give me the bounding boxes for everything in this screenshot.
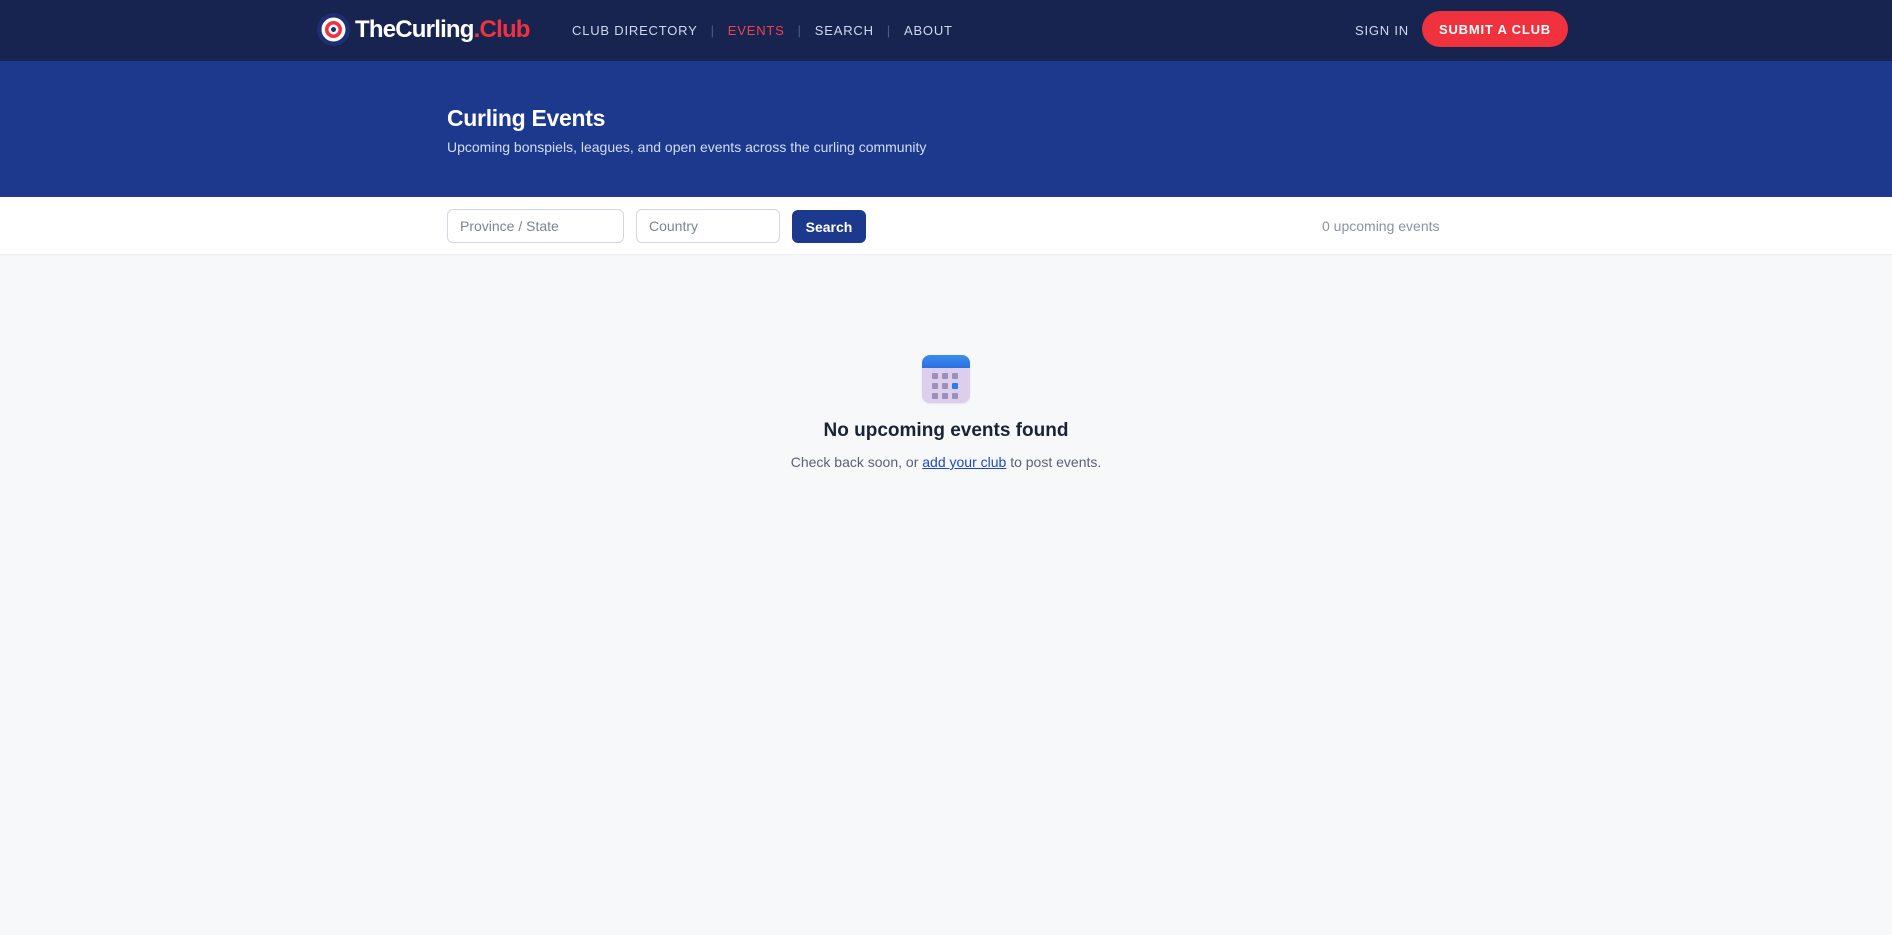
- calendar-day: [942, 373, 948, 379]
- nav-link-events[interactable]: EVENTS: [728, 23, 785, 38]
- curling-target-icon: [317, 13, 350, 46]
- logo-main: TheCurling: [355, 15, 474, 43]
- search-button[interactable]: Search: [792, 210, 866, 243]
- province-state-input[interactable]: [447, 209, 624, 243]
- nav-link-about[interactable]: ABOUT: [904, 23, 953, 38]
- calendar-day: [932, 373, 938, 379]
- nav-separator: |: [797, 23, 802, 38]
- calendar-day: [942, 383, 948, 389]
- top-nav: TheCurling.Club CLUB DIRECTORY | EVENTS …: [0, 0, 1892, 61]
- calendar-icon: [922, 355, 970, 403]
- logo-accent: .Club: [473, 15, 531, 43]
- calendar-day: [932, 383, 938, 389]
- nav-link-search[interactable]: SEARCH: [815, 23, 874, 38]
- country-input[interactable]: [636, 209, 780, 243]
- nav-separator: |: [886, 23, 891, 38]
- filter-bar: Search 0 upcoming events: [0, 197, 1892, 255]
- event-count: 0 upcoming events: [1322, 218, 1440, 234]
- calendar-header: [922, 355, 970, 368]
- empty-text-before: Check back soon, or: [790, 454, 923, 470]
- logo-text: TheCurling.Club: [355, 16, 530, 44]
- calendar-day: [942, 393, 948, 399]
- page-subtitle: Upcoming bonspiels, leagues, and open ev…: [447, 139, 927, 155]
- empty-state-title: No upcoming events found: [823, 420, 1069, 441]
- sign-in-link[interactable]: SIGN IN: [1355, 0, 1409, 61]
- empty-state: No upcoming events found Check back soon…: [0, 355, 1892, 470]
- page-title: Curling Events: [447, 105, 606, 131]
- calendar-day: [952, 373, 958, 379]
- empty-state-message: Check back soon, or add your club to pos…: [0, 454, 1892, 470]
- nav-separator: |: [710, 23, 715, 38]
- nav-link-club-directory[interactable]: CLUB DIRECTORY: [572, 23, 698, 38]
- page-hero: Curling Events Upcoming bonspiels, leagu…: [0, 61, 1892, 197]
- submit-club-button[interactable]: SUBMIT A CLUB: [1422, 11, 1568, 47]
- calendar-day: [932, 393, 938, 399]
- calendar-day-highlight: [952, 383, 958, 389]
- site-logo[interactable]: TheCurling.Club: [317, 13, 530, 46]
- calendar-day: [952, 393, 958, 399]
- add-your-club-link[interactable]: add your club: [922, 454, 1006, 470]
- calendar-grid: [932, 373, 958, 399]
- empty-text-after: to post events.: [1006, 454, 1102, 470]
- main-nav-links: CLUB DIRECTORY | EVENTS | SEARCH | ABOUT: [572, 0, 953, 61]
